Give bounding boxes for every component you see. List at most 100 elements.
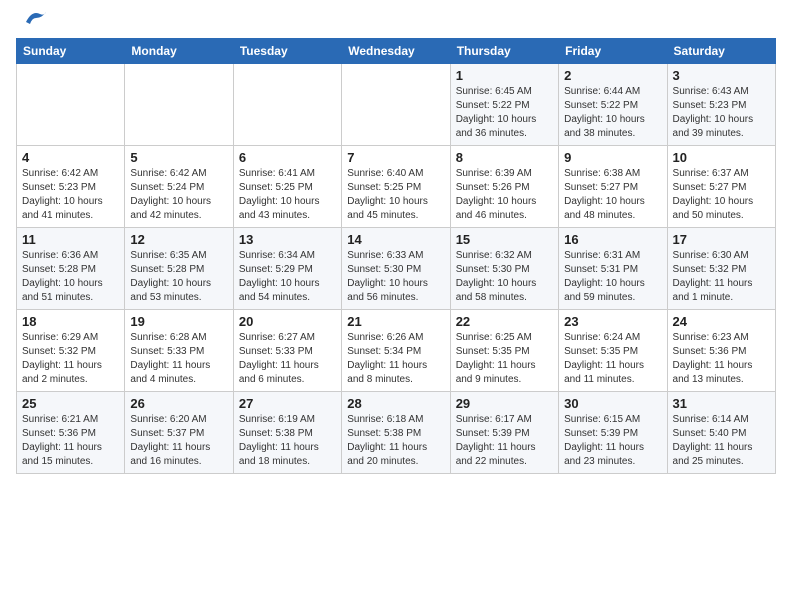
day-info: Sunrise: 6:17 AM Sunset: 5:39 PM Dayligh… — [456, 413, 553, 469]
calendar-week-4: 18 Sunrise: 6:29 AM Sunset: 5:32 PM Dayli… — [17, 310, 776, 392]
calendar-cell — [342, 64, 450, 146]
day-info: Sunrise: 6:27 AM Sunset: 5:33 PM Dayligh… — [239, 331, 336, 387]
calendar-cell: 15Sunrise: 6:32 AM Sunset: 5:30 PM Dayli… — [450, 228, 558, 310]
calendar-cell — [233, 64, 341, 146]
calendar-cell: 28 Sunrise: 6:18 AM Sunset: 5:38 PM Dayli… — [342, 392, 450, 474]
day-number: 30 — [564, 396, 661, 411]
day-info: Sunrise: 6:20 AM Sunset: 5:37 PM Dayligh… — [130, 413, 227, 469]
calendar-week-3: 11Sunrise: 6:36 AM Sunset: 5:28 PM Dayli… — [17, 228, 776, 310]
calendar-cell: 8Sunrise: 6:39 AM Sunset: 5:26 PM Daylig… — [450, 146, 558, 228]
day-number: 4 — [22, 150, 119, 165]
calendar-cell: 3 Sunrise: 6:43 AM Sunset: 5:23 PM Daylig… — [667, 64, 775, 146]
calendar-cell: 21 Sunrise: 6:26 AM Sunset: 5:34 PM Dayli… — [342, 310, 450, 392]
day-number: 17 — [673, 232, 770, 247]
calendar-cell: 11Sunrise: 6:36 AM Sunset: 5:28 PM Dayli… — [17, 228, 125, 310]
calendar-cell: 1Sunrise: 6:45 AM Sunset: 5:22 PM Daylig… — [450, 64, 558, 146]
calendar-cell: 22 Sunrise: 6:25 AM Sunset: 5:35 PM Dayli… — [450, 310, 558, 392]
calendar-cell: 27Sunrise: 6:19 AM Sunset: 5:38 PM Dayli… — [233, 392, 341, 474]
day-number: 14 — [347, 232, 444, 247]
calendar-cell: 5Sunrise: 6:42 AM Sunset: 5:24 PM Daylig… — [125, 146, 233, 228]
calendar-cell — [17, 64, 125, 146]
day-number: 2 — [564, 68, 661, 83]
day-info: Sunrise: 6:14 AM Sunset: 5:40 PM Dayligh… — [673, 413, 770, 469]
weekday-header-friday: Friday — [559, 39, 667, 64]
day-number: 23 — [564, 314, 661, 329]
calendar-cell: 30Sunrise: 6:15 AM Sunset: 5:39 PM Dayli… — [559, 392, 667, 474]
calendar-cell: 13 Sunrise: 6:34 AM Sunset: 5:29 PM Dayli… — [233, 228, 341, 310]
calendar-cell: 2 Sunrise: 6:44 AM Sunset: 5:22 PM Daylig… — [559, 64, 667, 146]
day-info: Sunrise: 6:31 AM Sunset: 5:31 PM Dayligh… — [564, 249, 661, 305]
day-info: Sunrise: 6:40 AM Sunset: 5:25 PM Dayligh… — [347, 167, 444, 223]
calendar-table: SundayMondayTuesdayWednesdayThursdayFrid… — [16, 38, 776, 474]
calendar-cell: 20 Sunrise: 6:27 AM Sunset: 5:33 PM Dayli… — [233, 310, 341, 392]
weekday-header-thursday: Thursday — [450, 39, 558, 64]
day-info: Sunrise: 6:38 AM Sunset: 5:27 PM Dayligh… — [564, 167, 661, 223]
day-info: Sunrise: 6:39 AM Sunset: 5:26 PM Dayligh… — [456, 167, 553, 223]
day-number: 29 — [456, 396, 553, 411]
day-info: Sunrise: 6:26 AM Sunset: 5:34 PM Dayligh… — [347, 331, 444, 387]
calendar-cell: 4 Sunrise: 6:42 AM Sunset: 5:23 PM Daylig… — [17, 146, 125, 228]
day-info: Sunrise: 6:28 AM Sunset: 5:33 PM Dayligh… — [130, 331, 227, 387]
day-number: 31 — [673, 396, 770, 411]
days-of-week-row: SundayMondayTuesdayWednesdayThursdayFrid… — [17, 39, 776, 64]
day-number: 20 — [239, 314, 336, 329]
calendar-cell: 17Sunrise: 6:30 AM Sunset: 5:32 PM Dayli… — [667, 228, 775, 310]
day-info: Sunrise: 6:42 AM Sunset: 5:24 PM Dayligh… — [130, 167, 227, 223]
calendar-cell: 24 Sunrise: 6:23 AM Sunset: 5:36 PM Dayli… — [667, 310, 775, 392]
calendar-cell: 25Sunrise: 6:21 AM Sunset: 5:36 PM Dayli… — [17, 392, 125, 474]
day-info: Sunrise: 6:24 AM Sunset: 5:35 PM Dayligh… — [564, 331, 661, 387]
weekday-header-saturday: Saturday — [667, 39, 775, 64]
day-number: 22 — [456, 314, 553, 329]
day-number: 26 — [130, 396, 227, 411]
day-number: 7 — [347, 150, 444, 165]
day-info: Sunrise: 6:25 AM Sunset: 5:35 PM Dayligh… — [456, 331, 553, 387]
calendar-cell: 9 Sunrise: 6:38 AM Sunset: 5:27 PM Daylig… — [559, 146, 667, 228]
day-info: Sunrise: 6:35 AM Sunset: 5:28 PM Dayligh… — [130, 249, 227, 305]
day-info: Sunrise: 6:29 AM Sunset: 5:32 PM Dayligh… — [22, 331, 119, 387]
day-number: 28 — [347, 396, 444, 411]
day-number: 25 — [22, 396, 119, 411]
day-info: Sunrise: 6:23 AM Sunset: 5:36 PM Dayligh… — [673, 331, 770, 387]
calendar-cell — [125, 64, 233, 146]
day-number: 10 — [673, 150, 770, 165]
calendar-week-1: 1Sunrise: 6:45 AM Sunset: 5:22 PM Daylig… — [17, 64, 776, 146]
day-number: 19 — [130, 314, 227, 329]
weekday-header-wednesday: Wednesday — [342, 39, 450, 64]
calendar-cell: 19 Sunrise: 6:28 AM Sunset: 5:33 PM Dayli… — [125, 310, 233, 392]
calendar-header: SundayMondayTuesdayWednesdayThursdayFrid… — [17, 39, 776, 64]
day-info: Sunrise: 6:33 AM Sunset: 5:30 PM Dayligh… — [347, 249, 444, 305]
day-info: Sunrise: 6:34 AM Sunset: 5:29 PM Dayligh… — [239, 249, 336, 305]
day-info: Sunrise: 6:43 AM Sunset: 5:23 PM Dayligh… — [673, 85, 770, 141]
calendar-cell: 29 Sunrise: 6:17 AM Sunset: 5:39 PM Dayli… — [450, 392, 558, 474]
day-number: 16 — [564, 232, 661, 247]
calendar-cell: 23 Sunrise: 6:24 AM Sunset: 5:35 PM Dayli… — [559, 310, 667, 392]
day-number: 9 — [564, 150, 661, 165]
calendar-cell: 7 Sunrise: 6:40 AM Sunset: 5:25 PM Daylig… — [342, 146, 450, 228]
calendar-cell: 14 Sunrise: 6:33 AM Sunset: 5:30 PM Dayli… — [342, 228, 450, 310]
day-number: 1 — [456, 68, 553, 83]
calendar-cell: 31 Sunrise: 6:14 AM Sunset: 5:40 PM Dayli… — [667, 392, 775, 474]
weekday-header-tuesday: Tuesday — [233, 39, 341, 64]
calendar-cell: 6Sunrise: 6:41 AM Sunset: 5:25 PM Daylig… — [233, 146, 341, 228]
day-info: Sunrise: 6:44 AM Sunset: 5:22 PM Dayligh… — [564, 85, 661, 141]
day-info: Sunrise: 6:42 AM Sunset: 5:23 PM Dayligh… — [22, 167, 119, 223]
day-info: Sunrise: 6:18 AM Sunset: 5:38 PM Dayligh… — [347, 413, 444, 469]
calendar-cell: 26 Sunrise: 6:20 AM Sunset: 5:37 PM Dayli… — [125, 392, 233, 474]
weekday-header-monday: Monday — [125, 39, 233, 64]
day-info: Sunrise: 6:36 AM Sunset: 5:28 PM Dayligh… — [22, 249, 119, 305]
day-number: 18 — [22, 314, 119, 329]
day-number: 24 — [673, 314, 770, 329]
day-info: Sunrise: 6:37 AM Sunset: 5:27 PM Dayligh… — [673, 167, 770, 223]
calendar-cell: 18 Sunrise: 6:29 AM Sunset: 5:32 PM Dayli… — [17, 310, 125, 392]
day-number: 13 — [239, 232, 336, 247]
day-number: 21 — [347, 314, 444, 329]
logo — [16, 16, 50, 30]
day-info: Sunrise: 6:19 AM Sunset: 5:38 PM Dayligh… — [239, 413, 336, 469]
logo-bird-icon — [18, 8, 50, 30]
day-number: 3 — [673, 68, 770, 83]
calendar-body: 1Sunrise: 6:45 AM Sunset: 5:22 PM Daylig… — [17, 64, 776, 474]
calendar-cell: 16 Sunrise: 6:31 AM Sunset: 5:31 PM Dayli… — [559, 228, 667, 310]
calendar-cell: 10 Sunrise: 6:37 AM Sunset: 5:27 PM Dayli… — [667, 146, 775, 228]
day-number: 15 — [456, 232, 553, 247]
calendar-week-5: 25Sunrise: 6:21 AM Sunset: 5:36 PM Dayli… — [17, 392, 776, 474]
